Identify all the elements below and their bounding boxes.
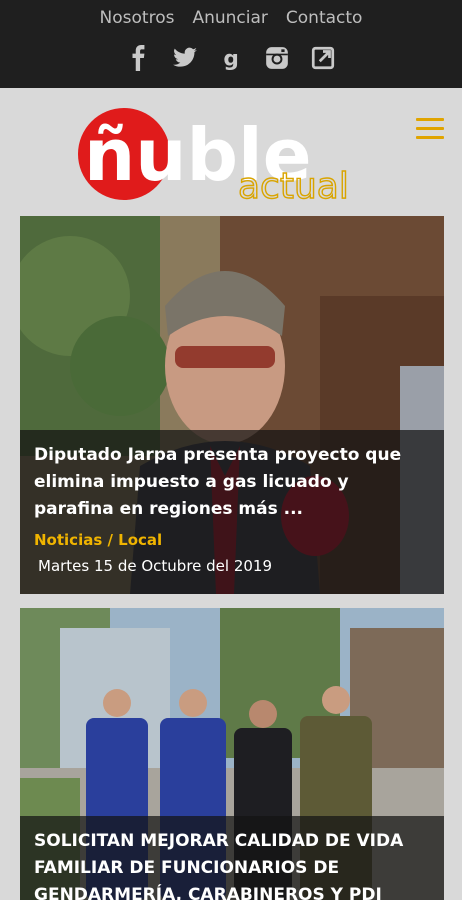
social-links: g bbox=[0, 44, 462, 72]
google-icon[interactable]: g bbox=[217, 44, 245, 72]
article-category[interactable]: Noticias / Local bbox=[34, 531, 162, 549]
article-card[interactable]: SOLICITAN MEJORAR CALIDAD DE VIDA FAMILI… bbox=[20, 608, 444, 900]
article-headline[interactable]: Diputado Jarpa presenta proyecto que eli… bbox=[34, 442, 430, 523]
svg-text:g: g bbox=[223, 47, 239, 71]
nav-anunciar[interactable]: Anunciar bbox=[192, 8, 267, 28]
logo-sub-text: actual bbox=[238, 166, 349, 207]
article-card[interactable]: Diputado Jarpa presenta proyecto que eli… bbox=[20, 216, 444, 594]
menu-icon[interactable] bbox=[416, 118, 444, 140]
site-header: ñuble actual bbox=[0, 88, 462, 216]
article-headline[interactable]: SOLICITAN MEJORAR CALIDAD DE VIDA FAMILI… bbox=[34, 828, 430, 900]
external-link-icon[interactable] bbox=[309, 44, 337, 72]
facebook-icon[interactable] bbox=[125, 44, 153, 72]
top-bar: Nosotros Anunciar Contacto g bbox=[0, 0, 462, 88]
article-date: Martes 15 de Octubre del 2019 bbox=[38, 557, 273, 575]
twitter-icon[interactable] bbox=[171, 44, 199, 72]
article-overlay: Diputado Jarpa presenta proyecto que eli… bbox=[20, 430, 444, 594]
instagram-icon[interactable] bbox=[263, 44, 291, 72]
nav-contacto[interactable]: Contacto bbox=[286, 8, 363, 28]
article-overlay: SOLICITAN MEJORAR CALIDAD DE VIDA FAMILI… bbox=[20, 816, 444, 900]
site-logo[interactable]: ñuble actual bbox=[76, 98, 366, 208]
top-nav: Nosotros Anunciar Contacto bbox=[0, 8, 462, 28]
nav-nosotros[interactable]: Nosotros bbox=[100, 8, 175, 28]
